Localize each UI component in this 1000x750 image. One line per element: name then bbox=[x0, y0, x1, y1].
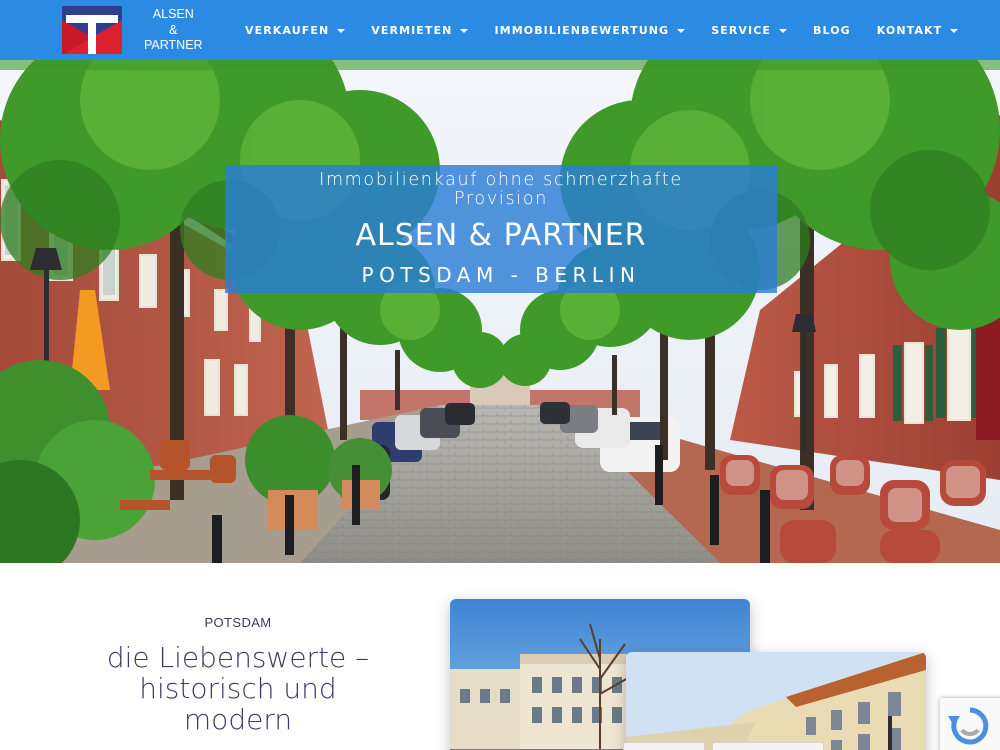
nav-label: VERKAUFEN bbox=[245, 23, 330, 37]
hero-subtitle: POTSDAM - BERLIN bbox=[361, 263, 641, 287]
caret-down-icon bbox=[460, 28, 469, 33]
top-navbar: ALSEN & PARTNER VERKAUFEN VERMIETEN IMMO… bbox=[0, 0, 1000, 60]
hero-tagline: Immobilienkauf ohne schmerzhafte Provisi… bbox=[319, 170, 683, 209]
section-headline: die Liebenswerte – historisch und modern bbox=[60, 642, 416, 735]
hero-title-box: Immobilienkauf ohne schmerzhafte Provisi… bbox=[225, 165, 777, 293]
caret-down-icon bbox=[337, 28, 346, 33]
headline-line-3: modern bbox=[183, 703, 293, 736]
brand-name: ALSEN & PARTNER bbox=[144, 7, 203, 54]
potsdam-photo-historic bbox=[626, 652, 926, 750]
bottom-tab-left[interactable] bbox=[623, 742, 705, 750]
nav-item-immobilienbewertung[interactable]: IMMOBILIENBEWERTUNG bbox=[481, 0, 698, 60]
brand-name-line-2: & bbox=[169, 22, 178, 37]
nav-item-verkaufen[interactable]: VERKAUFEN bbox=[232, 0, 358, 60]
recaptcha-icon bbox=[948, 707, 989, 745]
headline-line-2: historisch und bbox=[139, 672, 337, 705]
nav-label: IMMOBILIENBEWERTUNG bbox=[494, 23, 670, 37]
bottom-tab-right[interactable] bbox=[712, 742, 824, 750]
caret-down-icon bbox=[677, 28, 686, 33]
brand-logo-link[interactable]: ALSEN & PARTNER bbox=[62, 6, 203, 54]
logo-t-icon bbox=[62, 6, 122, 54]
nav-label: SERVICE bbox=[711, 23, 771, 37]
caret-down-icon bbox=[779, 28, 787, 33]
hero-title: ALSEN & PARTNER bbox=[355, 218, 647, 253]
nav-item-kontakt[interactable]: KONTAKT bbox=[864, 0, 971, 60]
nav-label: KONTAKT bbox=[876, 23, 943, 37]
hero-street-image bbox=[0, 60, 1000, 563]
nav-item-service[interactable]: SERVICE bbox=[698, 0, 800, 60]
recaptcha-badge[interactable] bbox=[940, 698, 1000, 750]
hero-banner: Immobilienkauf ohne schmerzhafte Provisi… bbox=[0, 60, 1000, 563]
nav-item-blog[interactable]: BLOG bbox=[800, 0, 864, 60]
section-city-label: POTSDAM bbox=[204, 615, 272, 630]
nav-item-vermieten[interactable]: VERMIETEN bbox=[358, 0, 481, 60]
headline-line-1: die Liebenswerte – bbox=[106, 641, 370, 674]
main-menu: VERKAUFEN VERMIETEN IMMOBILIENBEWERTUNG … bbox=[232, 0, 971, 60]
brand-name-line-3: PARTNER bbox=[144, 38, 203, 52]
nav-label: VERMIETEN bbox=[371, 23, 453, 37]
brand-name-line-1: ALSEN bbox=[152, 7, 194, 21]
caret-down-icon bbox=[950, 28, 959, 33]
nav-label: BLOG bbox=[813, 23, 851, 37]
